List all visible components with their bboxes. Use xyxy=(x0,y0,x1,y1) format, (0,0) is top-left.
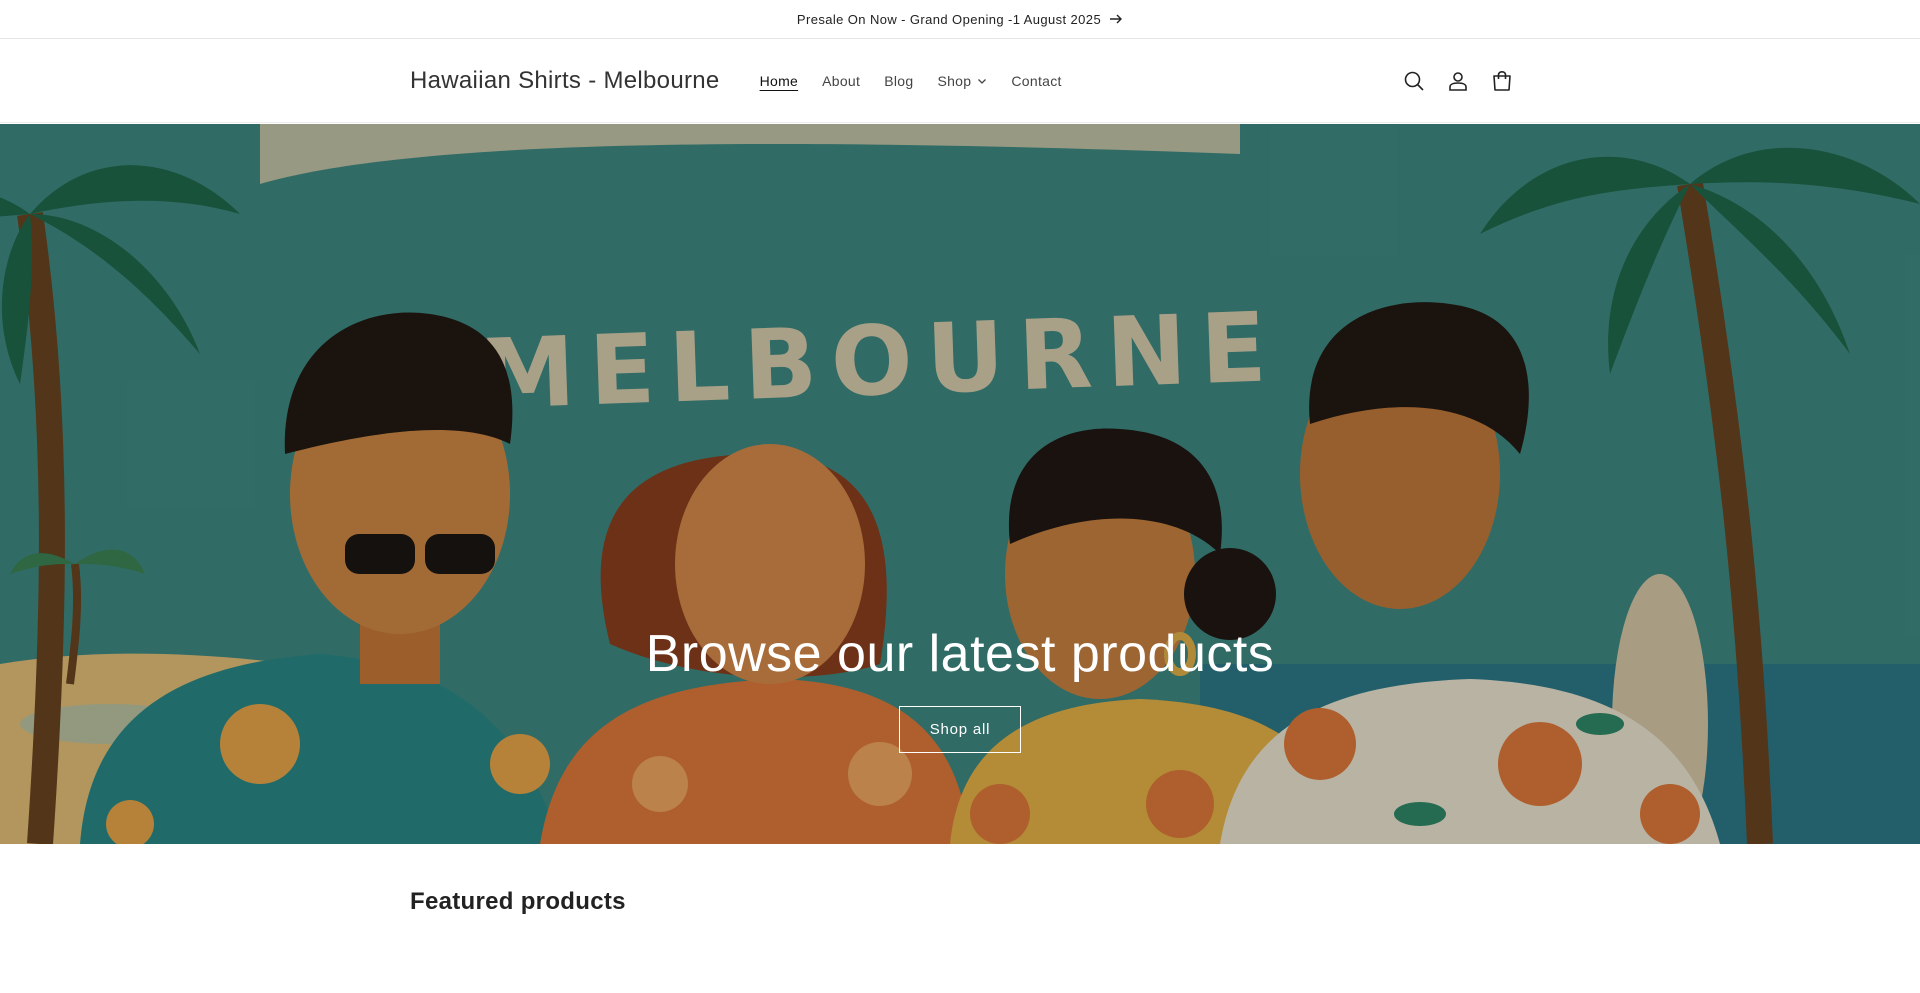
header-icons xyxy=(1402,69,1514,93)
cart-icon xyxy=(1493,70,1511,91)
main-nav: Home About Blog Shop Contact xyxy=(748,73,1074,89)
account-button[interactable] xyxy=(1446,69,1470,93)
announcement-text: Presale On Now - Grand Opening -1 August… xyxy=(796,11,1102,27)
search-button[interactable] xyxy=(1402,69,1426,93)
nav-about[interactable]: About xyxy=(810,73,872,89)
nav-home[interactable]: Home xyxy=(748,73,811,89)
arrow-right-icon xyxy=(1110,14,1123,24)
site-logo[interactable]: Hawaiian Shirts - Melbourne xyxy=(410,67,720,95)
cart-button[interactable] xyxy=(1490,69,1514,93)
nav-contact[interactable]: Contact xyxy=(999,73,1073,89)
hero-content: Browse our latest products Shop all xyxy=(0,624,1920,753)
announcement-link[interactable]: Presale On Now - Grand Opening -1 August… xyxy=(797,12,1123,27)
hero-title: Browse our latest products xyxy=(645,625,1275,683)
site-header: Hawaiian Shirts - Melbourne Home About B… xyxy=(0,39,1920,123)
announcement-bar: Presale On Now - Grand Opening -1 August… xyxy=(0,0,1920,39)
hero-banner: MELBOURNE Browse our latest products Sho… xyxy=(0,124,1920,844)
featured-products-heading: Featured products xyxy=(410,888,626,915)
search-icon xyxy=(1404,71,1424,91)
chevron-down-icon xyxy=(978,78,987,84)
nav-blog[interactable]: Blog xyxy=(872,73,925,89)
shop-all-button[interactable]: Shop all xyxy=(899,706,1021,753)
nav-shop[interactable]: Shop xyxy=(925,73,999,89)
account-icon xyxy=(1449,71,1467,91)
